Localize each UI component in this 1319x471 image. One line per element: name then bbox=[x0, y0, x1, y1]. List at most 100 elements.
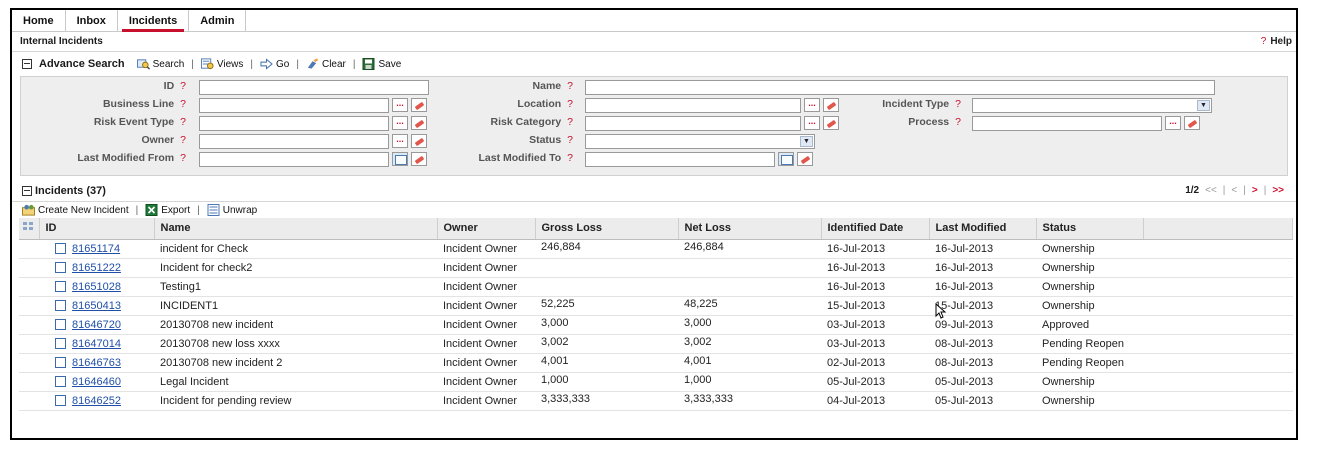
incident-id-link[interactable]: 81646763 bbox=[72, 357, 121, 369]
cell-id: 81647014 bbox=[39, 334, 154, 354]
erase-icon[interactable] bbox=[411, 134, 427, 148]
cal-icon[interactable] bbox=[778, 152, 794, 166]
last-modified-to-label: Last Modified To? bbox=[478, 152, 573, 164]
table-row[interactable]: 81646460 Legal Incident Incident Owner 1,00… bbox=[19, 372, 1293, 392]
table-row[interactable]: 81651222 Incident for check2 Incident Owne… bbox=[19, 258, 1293, 278]
create-incident-button[interactable]: Create New Incident bbox=[22, 204, 129, 216]
incident-id-link[interactable]: 81647014 bbox=[72, 338, 121, 350]
row-spacer bbox=[19, 391, 39, 411]
cal-icon[interactable] bbox=[392, 152, 408, 166]
clear-button[interactable]: Clear bbox=[306, 58, 346, 70]
cell-id: 81646460 bbox=[39, 372, 154, 392]
tab-admin[interactable]: Admin bbox=[189, 10, 247, 31]
tab-incidents[interactable]: Incidents bbox=[118, 10, 190, 32]
business-line-field[interactable] bbox=[199, 98, 389, 113]
collapse-icon[interactable] bbox=[22, 185, 32, 196]
clear-icon bbox=[307, 58, 319, 69]
location-field[interactable] bbox=[585, 98, 801, 113]
last-modified-to-field[interactable] bbox=[585, 152, 775, 167]
first-page-button[interactable]: << bbox=[1205, 185, 1217, 196]
help-label: Help bbox=[1270, 36, 1292, 47]
owner-field[interactable] bbox=[199, 134, 389, 149]
incident-id-link[interactable]: 81651222 bbox=[72, 262, 121, 274]
advance-search-bar: Advance Search Search | Views | Go | Cle… bbox=[12, 52, 1296, 76]
table-row[interactable]: 81646252 Incident for pending review Incid… bbox=[19, 391, 1293, 411]
row-checkbox[interactable] bbox=[55, 300, 66, 312]
incident-type-select[interactable]: ▼ bbox=[972, 98, 1212, 113]
erase-icon[interactable] bbox=[797, 152, 813, 166]
unwrap-button[interactable]: Unwrap bbox=[207, 204, 257, 216]
business-line-lookup-button[interactable]: ... bbox=[392, 98, 408, 112]
column-header-owner[interactable]: Owner bbox=[437, 218, 536, 240]
table-row[interactable]: 81650413 INCIDENT1 Incident Owner 52,225 48,… bbox=[19, 296, 1293, 316]
id-field[interactable] bbox=[199, 80, 429, 95]
clear-button-label: Clear bbox=[321, 58, 346, 70]
column-header-name[interactable]: Name bbox=[154, 218, 438, 240]
last-page-button[interactable]: >> bbox=[1272, 185, 1284, 196]
erase-icon[interactable] bbox=[411, 116, 427, 130]
erase-icon[interactable] bbox=[411, 98, 427, 112]
go-button[interactable]: Go bbox=[260, 58, 289, 70]
risk-event-type-field[interactable] bbox=[199, 116, 389, 131]
owner-lookup-button[interactable]: ... bbox=[392, 134, 408, 148]
row-checkbox[interactable] bbox=[55, 357, 66, 369]
incident-id-link[interactable]: 81651174 bbox=[72, 243, 120, 255]
column-header-gross-loss[interactable]: Gross Loss bbox=[535, 218, 679, 240]
column-header-id[interactable]: ID bbox=[39, 218, 155, 240]
risk-category-field[interactable] bbox=[585, 116, 801, 131]
table-row[interactable]: 81647014 20130708 new loss xxxx Incident O… bbox=[19, 334, 1293, 354]
row-checkbox[interactable] bbox=[55, 243, 66, 255]
table-row[interactable]: 81646720 20130708 new incident Incident Ow… bbox=[19, 315, 1293, 335]
risk-category-lookup-button[interactable]: ... bbox=[804, 116, 820, 130]
name-field[interactable] bbox=[585, 80, 1215, 95]
column-header-last-modified[interactable]: Last Modified bbox=[929, 218, 1037, 240]
incident-id-link[interactable]: 81651028 bbox=[72, 281, 121, 293]
cell-filler bbox=[1143, 334, 1293, 354]
column-header-status[interactable]: Status bbox=[1036, 218, 1144, 240]
incident-id-link[interactable]: 81650413 bbox=[72, 300, 121, 312]
search-button[interactable]: Search bbox=[136, 58, 184, 70]
cell-net-loss: 4,001 bbox=[678, 353, 821, 373]
table-row[interactable]: 81651028 Testing1 Incident Owner 16-Jul-201… bbox=[19, 277, 1293, 297]
last-modified-from-field[interactable] bbox=[199, 152, 389, 167]
process-lookup-button[interactable]: ... bbox=[1165, 116, 1181, 130]
process-field[interactable] bbox=[972, 116, 1162, 131]
incident-id-link[interactable]: 81646460 bbox=[72, 376, 121, 388]
next-page-button[interactable]: > bbox=[1252, 185, 1258, 196]
cell-gross-loss: 3,000 bbox=[535, 315, 678, 335]
status-select[interactable]: ▼ bbox=[585, 134, 815, 149]
table-row[interactable]: 81646763 20130708 new incident 2 Incident … bbox=[19, 353, 1293, 373]
cell-status: Approved bbox=[1036, 315, 1143, 335]
export-button[interactable]: Export bbox=[145, 204, 190, 216]
row-checkbox[interactable] bbox=[55, 338, 66, 350]
page-indicator: 1/2 bbox=[1185, 185, 1200, 196]
prev-page-button[interactable]: < bbox=[1231, 185, 1237, 196]
location-lookup-button[interactable]: ... bbox=[804, 98, 820, 112]
row-checkbox[interactable] bbox=[55, 376, 66, 388]
column-header-filler bbox=[1143, 218, 1293, 240]
row-checkbox[interactable] bbox=[55, 281, 66, 293]
erase-icon[interactable] bbox=[823, 116, 839, 130]
grid-config-icon[interactable] bbox=[19, 218, 40, 240]
erase-icon[interactable] bbox=[1184, 116, 1200, 130]
row-checkbox[interactable] bbox=[55, 395, 66, 407]
column-header-net-loss[interactable]: Net Loss bbox=[678, 218, 822, 240]
risk-event-type-lookup-button[interactable]: ... bbox=[392, 116, 408, 130]
incident-id-link[interactable]: 81646252 bbox=[72, 395, 121, 407]
erase-icon[interactable] bbox=[823, 98, 839, 112]
tab-inbox[interactable]: Inbox bbox=[66, 10, 118, 31]
cell-last-modified: 16-Jul-2013 bbox=[929, 277, 1036, 297]
table-row[interactable]: 81651174 incident for Check Incident Owner… bbox=[19, 239, 1293, 259]
help-link[interactable]: ? Help bbox=[1261, 36, 1292, 47]
search-icon bbox=[136, 59, 150, 70]
row-checkbox[interactable] bbox=[55, 262, 66, 274]
incident-id-link[interactable]: 81646720 bbox=[72, 319, 121, 331]
row-checkbox[interactable] bbox=[55, 319, 66, 331]
save-button[interactable]: Save bbox=[362, 58, 401, 70]
tab-home[interactable]: Home bbox=[12, 10, 66, 31]
collapse-icon[interactable] bbox=[22, 59, 32, 69]
column-header-identified-date[interactable]: Identified Date bbox=[821, 218, 930, 240]
views-button[interactable]: Views bbox=[200, 58, 243, 70]
cell-name: Testing1 bbox=[154, 277, 437, 297]
unwrap-icon bbox=[207, 204, 220, 216]
